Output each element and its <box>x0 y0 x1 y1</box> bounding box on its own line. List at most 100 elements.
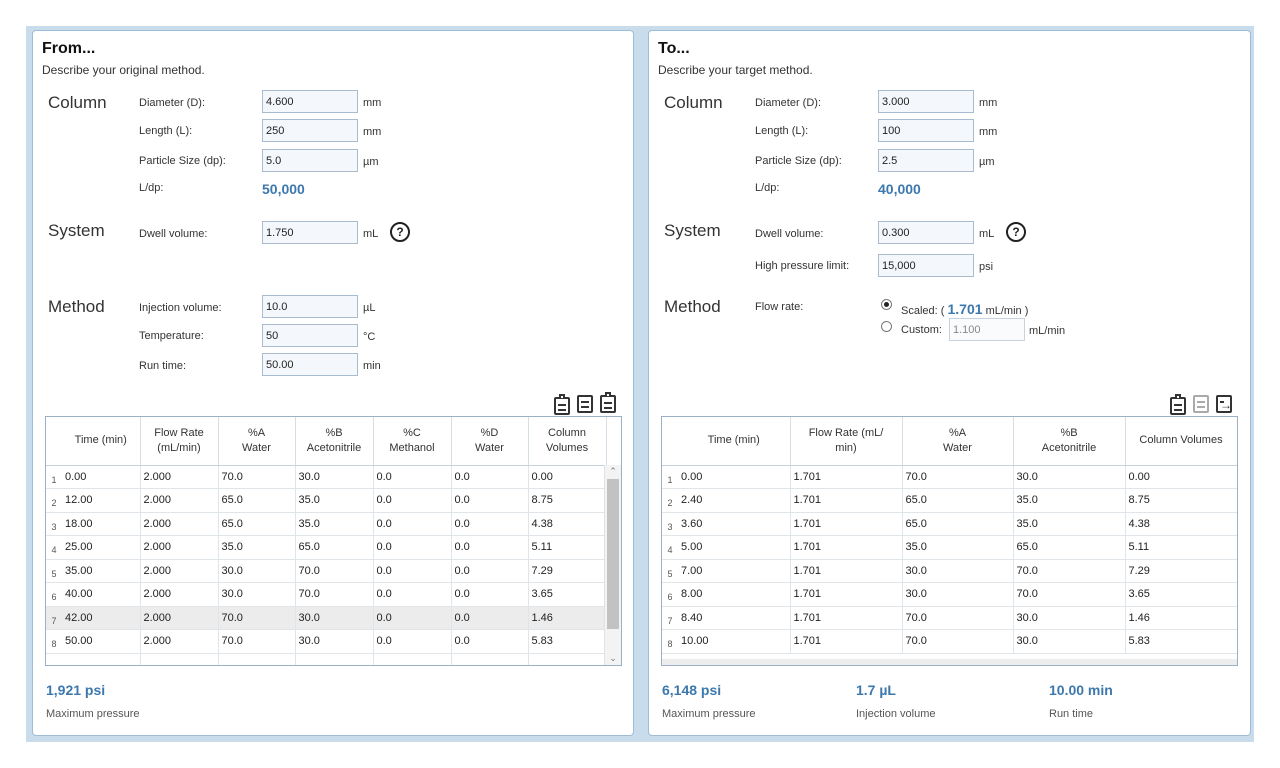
table-cell[interactable]: 5.00 <box>678 535 791 560</box>
length-input[interactable] <box>878 119 974 142</box>
table-cell[interactable]: 2.000 <box>140 535 219 560</box>
table-cell[interactable] <box>218 653 296 665</box>
table-cell[interactable]: 0.0 <box>451 606 529 630</box>
dwell-volume-input[interactable] <box>262 221 358 244</box>
high-pressure-limit-input[interactable] <box>878 254 974 277</box>
table-cell[interactable]: 0.0 <box>451 559 529 583</box>
table-cell[interactable]: 70.0 <box>902 629 1014 654</box>
table-row[interactable]: 5 7.00 1.701 30.0 70.0 7.29 <box>662 559 1237 583</box>
table-cell[interactable]: 35.0 <box>1013 512 1126 536</box>
table-cell[interactable]: 0.0 <box>451 488 529 513</box>
column-header[interactable]: %C Methanol <box>373 417 452 466</box>
table-cell[interactable]: 12.00 <box>62 488 141 513</box>
table-cell[interactable]: 50.00 <box>62 629 141 654</box>
table-cell[interactable]: 35.0 <box>218 535 296 560</box>
export-icon[interactable]: → <box>1216 395 1232 413</box>
table-cell[interactable]: 0.0 <box>373 606 452 630</box>
table-cell[interactable]: 1.46 <box>528 606 607 630</box>
table-cell[interactable] <box>62 653 141 665</box>
table-cell[interactable]: 30.0 <box>1013 629 1126 654</box>
table-cell[interactable]: 0.0 <box>373 512 452 536</box>
table-cell[interactable]: 0.00 <box>678 465 791 489</box>
table-cell[interactable]: 70.0 <box>902 465 1014 489</box>
table-cell[interactable]: 70.0 <box>1013 582 1126 607</box>
table-cell[interactable]: 65.0 <box>902 512 1014 536</box>
table-cell[interactable]: 1.701 <box>790 488 903 513</box>
particle-size-input[interactable] <box>262 149 358 172</box>
table-cell[interactable]: 8.00 <box>678 582 791 607</box>
table-cell[interactable]: 0.0 <box>451 512 529 536</box>
table-cell[interactable]: 8.40 <box>678 606 791 630</box>
column-header[interactable]: Time (min) <box>678 417 791 466</box>
table-row[interactable]: 7 42.00 2.000 70.0 30.0 0.0 0.0 1.46 <box>46 606 607 630</box>
table-cell[interactable]: 0.00 <box>62 465 141 489</box>
table-cell[interactable]: 2.000 <box>140 629 219 654</box>
gradient-table[interactable]: Time (min) Flow Rate (mL/min) %A Water %B… <box>661 416 1238 666</box>
table-cell[interactable]: 70.0 <box>218 629 296 654</box>
table-cell[interactable]: 0.0 <box>373 535 452 560</box>
table-cell[interactable]: 35.0 <box>295 488 374 513</box>
paste-icon[interactable] <box>600 392 616 413</box>
table-cell[interactable] <box>295 653 374 665</box>
table-cell[interactable]: 30.0 <box>218 582 296 607</box>
column-header[interactable]: %D Water <box>451 417 529 466</box>
table-cell[interactable]: 0.0 <box>451 629 529 654</box>
column-header[interactable]: %A Water <box>218 417 296 466</box>
table-cell[interactable]: 65.0 <box>218 488 296 513</box>
table-row[interactable]: 1 0.00 2.000 70.0 30.0 0.0 0.0 0.00 <box>46 465 607 489</box>
table-cell[interactable]: 7.29 <box>528 559 607 583</box>
table-cell[interactable] <box>451 653 529 665</box>
table-cell[interactable]: 35.00 <box>62 559 141 583</box>
injection-volume-input[interactable] <box>262 295 358 318</box>
table-cell[interactable]: 0.00 <box>1125 465 1237 489</box>
table-cell[interactable]: 5.83 <box>528 629 607 654</box>
table-cell[interactable]: 30.0 <box>1013 606 1126 630</box>
table-cell[interactable]: 30.0 <box>218 559 296 583</box>
table-cell[interactable]: 1.701 <box>790 465 903 489</box>
table-cell[interactable]: 5.83 <box>1125 629 1237 654</box>
table-cell[interactable]: 70.0 <box>295 559 374 583</box>
table-row[interactable]: 3 18.00 2.000 65.0 35.0 0.0 0.0 4.38 <box>46 512 607 536</box>
horizontal-scrollbar[interactable] <box>662 659 1237 665</box>
table-cell[interactable] <box>140 653 219 665</box>
table-row[interactable]: 6 8.00 1.701 30.0 70.0 3.65 <box>662 582 1237 607</box>
table-row[interactable]: 5 35.00 2.000 30.0 70.0 0.0 0.0 7.29 <box>46 559 607 583</box>
column-header[interactable]: Flow Rate (mL/min) <box>140 417 219 466</box>
table-row[interactable]: 8 50.00 2.000 70.0 30.0 0.0 0.0 5.83 <box>46 629 607 654</box>
table-cell[interactable]: 70.0 <box>218 606 296 630</box>
table-cell[interactable]: 30.0 <box>1013 465 1126 489</box>
table-cell[interactable]: 1.701 <box>790 629 903 654</box>
table-cell[interactable]: 7.29 <box>1125 559 1237 583</box>
run-time-input[interactable] <box>262 353 358 376</box>
table-cell[interactable]: 30.0 <box>295 629 374 654</box>
table-cell[interactable]: 30.0 <box>902 582 1014 607</box>
table-cell[interactable]: 0.0 <box>451 465 529 489</box>
table-cell[interactable]: 2.000 <box>140 512 219 536</box>
table-cell[interactable]: 0.0 <box>373 559 452 583</box>
table-cell[interactable]: 2.40 <box>678 488 791 513</box>
table-cell[interactable] <box>373 653 452 665</box>
table-cell[interactable]: 0.0 <box>373 582 452 607</box>
table-cell[interactable]: 5.11 <box>1125 535 1237 560</box>
table-cell[interactable]: 8.75 <box>1125 488 1237 513</box>
dwell-volume-input[interactable] <box>878 221 974 244</box>
table-cell[interactable]: 35.0 <box>902 535 1014 560</box>
table-cell[interactable]: 0.0 <box>451 582 529 607</box>
table-cell[interactable]: 70.0 <box>295 582 374 607</box>
table-cell[interactable]: 65.0 <box>902 488 1014 513</box>
table-cell[interactable]: 2.000 <box>140 582 219 607</box>
table-cell[interactable]: 1.701 <box>790 559 903 583</box>
table-row[interactable]: 2 12.00 2.000 65.0 35.0 0.0 0.0 8.75 <box>46 488 607 513</box>
table-cell[interactable]: 0.0 <box>373 629 452 654</box>
table-cell[interactable]: 0.0 <box>373 488 452 513</box>
table-cell[interactable]: 1.701 <box>790 606 903 630</box>
table-cell[interactable]: 42.00 <box>62 606 141 630</box>
table-cell[interactable]: 65.0 <box>218 512 296 536</box>
table-row[interactable]: 2 2.40 1.701 65.0 35.0 8.75 <box>662 488 1237 513</box>
table-cell[interactable]: 3.65 <box>528 582 607 607</box>
column-header[interactable]: Column Volumes <box>1125 417 1237 466</box>
scroll-up-icon[interactable]: ⌃ <box>605 466 621 477</box>
vertical-scrollbar[interactable]: ⌃ ⌄ <box>604 465 621 665</box>
table-cell[interactable]: 3.60 <box>678 512 791 536</box>
column-header[interactable]: Column Volumes <box>528 417 607 466</box>
